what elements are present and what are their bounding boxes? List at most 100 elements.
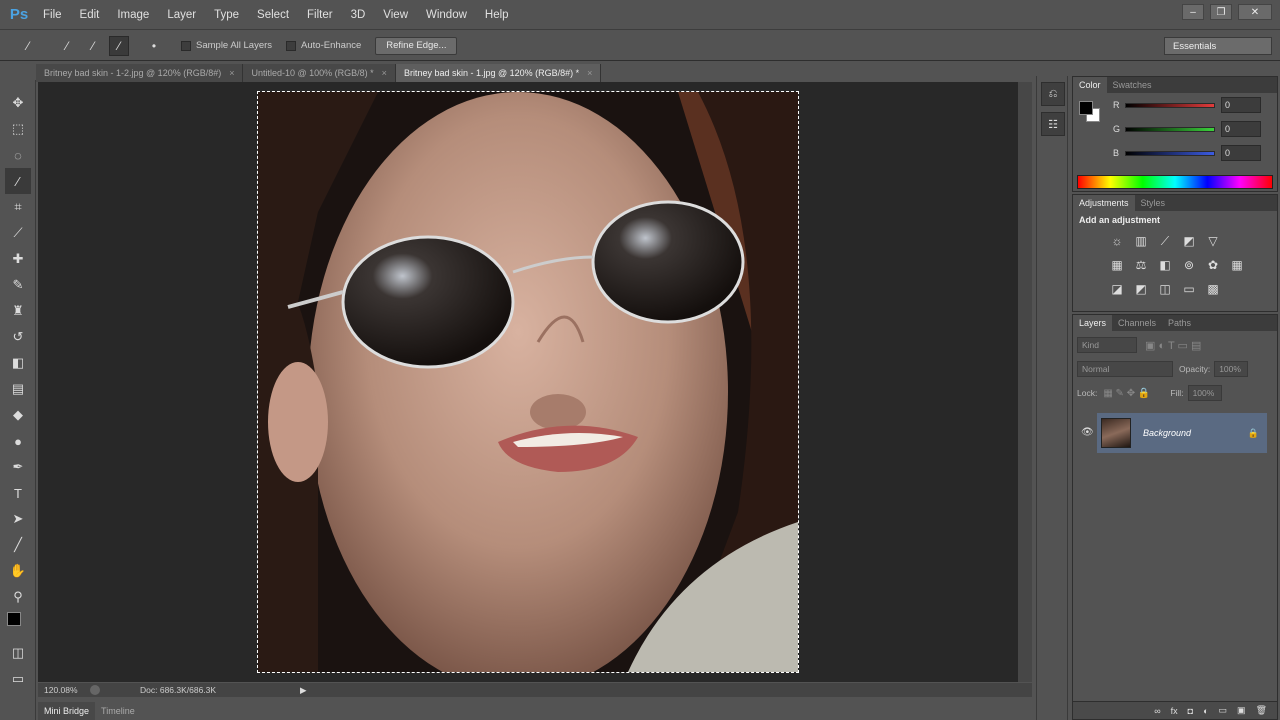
tab-paths[interactable]: Paths [1162,315,1197,331]
auto-enhance-checkbox[interactable]: Auto-Enhance [286,40,361,51]
subtract-from-selection-icon[interactable]: ⁄ [109,35,129,56]
delete-layer-icon[interactable]: 🗑 [1256,705,1267,716]
layer-row-background[interactable]: 👁 Background 🔒 [1073,413,1277,453]
type-tool-icon[interactable]: T [5,480,31,506]
move-tool-icon[interactable]: ✥ [5,90,31,116]
foreground-color-swatch[interactable] [7,612,21,626]
color-swatches[interactable] [5,610,35,640]
menu-type[interactable]: Type [205,0,248,30]
tab-swatches[interactable]: Swatches [1107,77,1158,93]
screen-mode-icon[interactable]: ▭ [5,666,31,692]
black-white-icon[interactable]: ◧ [1155,255,1175,275]
filter-icons[interactable]: ▣ ◐ T ▭ ▤ [1145,339,1201,352]
tab-document-2[interactable]: Untitled-10 @ 100% (RGB/8) * × [243,64,396,82]
layer-name[interactable]: Background [1143,428,1191,438]
status-menu-arrow-icon[interactable]: ▶ [300,685,307,696]
crop-tool-icon[interactable]: ⌗ [5,194,31,220]
red-slider-row[interactable]: R 0 [1073,93,1277,117]
menu-layer[interactable]: Layer [158,0,205,30]
close-button[interactable]: ✕ [1238,4,1272,20]
status-info-icon[interactable] [90,685,100,695]
blend-mode-select[interactable]: Normal [1077,361,1173,377]
close-tab-icon[interactable]: × [229,68,234,78]
tab-document-3[interactable]: Britney bad skin - 1.jpg @ 120% (RGB/8#)… [395,64,602,82]
document-image[interactable] [257,91,799,673]
menu-help[interactable]: Help [476,0,518,30]
tab-layers[interactable]: Layers [1073,315,1113,331]
sample-all-layers-checkbox[interactable]: Sample All Layers [181,40,272,51]
properties-panel-icon[interactable]: ☷ [1041,112,1065,136]
layer-filter-kind[interactable]: Kind [1077,337,1137,353]
levels-icon[interactable]: ▥ [1131,231,1151,251]
green-slider[interactable] [1125,126,1215,132]
layer-style-icon[interactable]: fx [1171,706,1178,716]
invert-icon[interactable]: ◪ [1107,279,1127,299]
minimize-button[interactable]: ‒ [1182,4,1204,20]
red-slider[interactable] [1125,102,1215,108]
blue-slider[interactable] [1125,150,1215,156]
brightness-contrast-icon[interactable]: ☼ [1107,231,1127,251]
tab-adjustments[interactable]: Adjustments [1073,195,1135,211]
close-tab-icon[interactable]: × [587,68,592,78]
path-selection-tool-icon[interactable]: ➤ [5,506,31,532]
green-slider-row[interactable]: G 0 [1073,117,1277,141]
new-selection-icon[interactable]: ⁄ [57,36,77,56]
eraser-tool-icon[interactable]: ◧ [5,350,31,376]
tab-mini-bridge[interactable]: Mini Bridge [38,702,96,720]
gradient-map-icon[interactable]: ▭ [1179,279,1199,299]
menu-image[interactable]: Image [108,0,158,30]
quick-selection-tool-icon[interactable]: ⁄ [5,168,31,194]
menu-edit[interactable]: Edit [71,0,109,30]
healing-brush-tool-icon[interactable]: ✚ [5,246,31,272]
new-layer-icon[interactable]: ▣ [1237,705,1246,716]
history-brush-tool-icon[interactable]: ↺ [5,324,31,350]
color-spectrum[interactable] [1077,175,1273,189]
refine-edge-button[interactable]: Refine Edge... [375,36,458,55]
brush-tool-icon[interactable]: ✎ [5,272,31,298]
fill-value[interactable]: 100% [1187,385,1222,401]
pen-tool-icon[interactable]: ✒ [5,454,31,480]
tab-timeline[interactable]: Timeline [95,702,141,720]
menu-view[interactable]: View [374,0,417,30]
blur-tool-icon[interactable]: ◆ [5,402,31,428]
menu-3d[interactable]: 3D [342,0,375,30]
visibility-eye-icon[interactable]: 👁 [1081,427,1094,438]
vertical-scrollbar[interactable] [1018,82,1032,682]
threshold-icon[interactable]: ◫ [1155,279,1175,299]
blue-slider-row[interactable]: B 0 [1073,141,1277,165]
marquee-tool-icon[interactable]: ⬚ [5,116,31,142]
close-tab-icon[interactable]: × [382,68,387,78]
add-to-selection-icon[interactable]: ⁄ [83,36,103,56]
menu-filter[interactable]: Filter [298,0,342,30]
canvas-area[interactable] [38,82,1018,682]
tab-document-1[interactable]: Britney bad skin - 1-2.jpg @ 120% (RGB/8… [36,64,244,82]
channel-mixer-icon[interactable]: ✿ [1203,255,1223,275]
eyedropper-tool-icon[interactable]: ⟋ [5,220,31,246]
new-group-icon[interactable]: ▭ [1219,705,1228,716]
hand-tool-icon[interactable]: ✋ [5,558,31,584]
gradient-tool-icon[interactable]: ▤ [5,376,31,402]
lock-icons[interactable]: ▦ ✎ ✥ 🔒 [1103,388,1150,399]
posterize-icon[interactable]: ◩ [1131,279,1151,299]
zoom-level[interactable]: 120.08% [44,685,84,695]
hue-saturation-icon[interactable]: ▦ [1107,255,1127,275]
green-value[interactable]: 0 [1221,121,1261,137]
vibrance-icon[interactable]: ▽ [1203,231,1223,251]
dodge-tool-icon[interactable]: ● [5,428,31,454]
clone-stamp-tool-icon[interactable]: ♜ [5,298,31,324]
new-adjustment-layer-icon[interactable]: ◐ [1203,706,1208,716]
tab-color[interactable]: Color [1073,77,1107,93]
menu-select[interactable]: Select [248,0,298,30]
lasso-tool-icon[interactable]: ◌ [5,142,31,168]
menu-window[interactable]: Window [417,0,476,30]
zoom-tool-icon[interactable]: ⚲ [5,584,31,610]
workspace-select[interactable]: Essentials [1164,37,1272,55]
brush-size-icon[interactable]: • [144,36,164,56]
color-balance-icon[interactable]: ⚖ [1131,255,1151,275]
tab-styles[interactable]: Styles [1135,195,1172,211]
exposure-icon[interactable]: ◩ [1179,231,1199,251]
restore-button[interactable]: ❐ [1210,4,1232,20]
red-value[interactable]: 0 [1221,97,1261,113]
quick-mask-icon[interactable]: ◫ [5,640,31,666]
photo-filter-icon[interactable]: ⊚ [1179,255,1199,275]
